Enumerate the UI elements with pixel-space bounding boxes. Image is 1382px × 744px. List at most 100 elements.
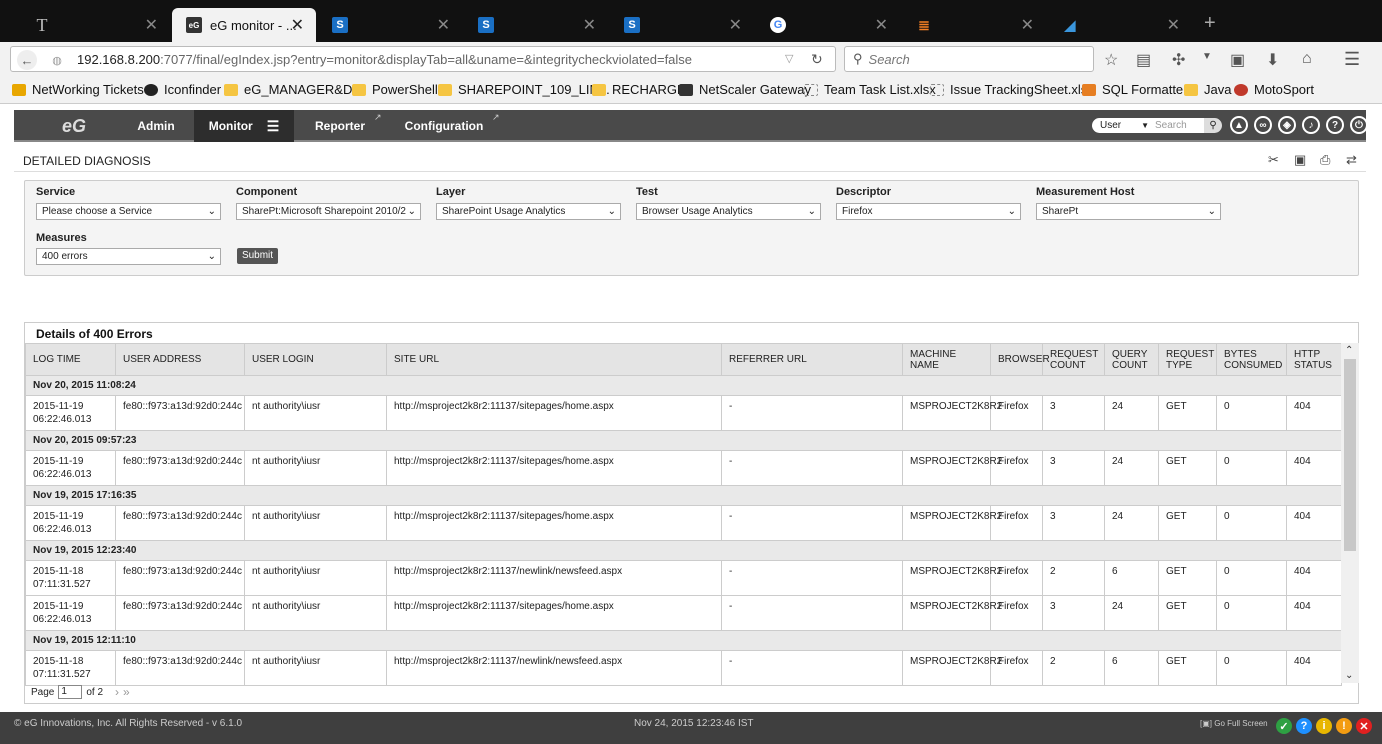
group-row: Nov 19, 2015 12:23:40: [25, 540, 1342, 561]
print-icon[interactable]: ⎙: [1320, 152, 1330, 168]
back-arrow-icon[interactable]: ←: [17, 50, 37, 70]
test-select[interactable]: Browser Usage Analytics ⌄: [636, 203, 821, 220]
link-icon[interactable]: ∞: [1254, 116, 1272, 134]
bookmark-item[interactable]: Issue TrackingSheet.xlsx: [930, 82, 1094, 97]
hamburger-icon[interactable]: ☰: [267, 118, 280, 135]
next-page-icon[interactable]: ›: [115, 685, 119, 699]
column-header[interactable]: SITE URL: [386, 343, 722, 376]
close-tab-icon[interactable]: ✕: [1021, 15, 1034, 35]
bookmark-folder[interactable]: eG_MANAGER&DB: [224, 82, 361, 97]
dropdown-arrow-icon[interactable]: ▽: [785, 52, 793, 65]
menu-reporter[interactable]: Reporter: [304, 110, 376, 142]
export-icon[interactable]: ⇄: [1346, 152, 1357, 168]
close-tab-icon[interactable]: ✕: [583, 15, 596, 35]
url-bar[interactable]: ← ◍ 192.168.8.200:7077/final/egIndex.jsp…: [10, 46, 836, 72]
bookmark-item[interactable]: NetWorking Tickets: [12, 82, 144, 97]
bell-icon[interactable]: ♪: [1302, 116, 1320, 134]
bookmark-item[interactable]: MotoSport: [1234, 82, 1314, 97]
browser-tab[interactable]: ≣ ✕: [902, 8, 1046, 42]
hamburger-menu-icon[interactable]: ☰: [1344, 49, 1360, 70]
column-header[interactable]: LOG TIME: [25, 343, 116, 376]
status-info-icon[interactable]: i: [1316, 718, 1332, 734]
column-header[interactable]: QUERY COUNT: [1104, 343, 1159, 376]
browser-tab[interactable]: S ✕: [610, 8, 754, 42]
scrollbar[interactable]: ⌃ ⌄: [1341, 343, 1359, 683]
column-header[interactable]: USER LOGIN: [244, 343, 387, 376]
column-header[interactable]: BROWSER: [990, 343, 1050, 376]
descriptor-select[interactable]: Firefox ⌄: [836, 203, 1021, 220]
submit-button[interactable]: Submit: [237, 248, 278, 264]
help-icon[interactable]: ?: [1326, 116, 1344, 134]
column-header[interactable]: USER ADDRESS: [115, 343, 245, 376]
menu-admin[interactable]: Admin: [126, 110, 186, 142]
reading-list-icon[interactable]: ▤: [1136, 50, 1151, 70]
browser-tab[interactable]: S ✕: [464, 8, 608, 42]
browser-tab[interactable]: G ✕: [756, 8, 900, 42]
close-tab-icon[interactable]: ✕: [729, 15, 742, 35]
chevron-down-icon[interactable]: ▼: [1202, 51, 1212, 62]
user-select[interactable]: User ▼: [1092, 118, 1152, 133]
browser-tab[interactable]: T ✕: [20, 8, 170, 42]
app-search-input[interactable]: Search: [1152, 118, 1204, 133]
menu-configuration[interactable]: Configuration: [396, 110, 492, 142]
component-select[interactable]: SharePt:Microsoft Sharepoint 2010/2 ⌄: [236, 203, 421, 220]
browser-search-input[interactable]: ⚲ Search: [844, 46, 1094, 72]
column-header[interactable]: HTTP STATUS: [1286, 343, 1342, 376]
bookmark-item[interactable]: SQL Formatter: [1082, 82, 1187, 97]
close-tab-icon[interactable]: ✕: [145, 15, 158, 35]
scroll-up-icon[interactable]: ⌃: [1345, 345, 1353, 356]
alarm-icon[interactable]: ▲: [1230, 116, 1248, 134]
bookmark-item[interactable]: Team Task List.xlsx: [804, 82, 936, 97]
folder-icon: [352, 83, 366, 96]
bookmark-star-icon[interactable]: ☆: [1104, 50, 1118, 70]
table-cell: MSPROJECT2K8R2: [902, 595, 1002, 631]
new-tab-icon[interactable]: +: [1204, 12, 1216, 35]
tools-icon[interactable]: ✂: [1268, 152, 1279, 168]
status-warning-icon[interactable]: !: [1336, 718, 1352, 734]
bookmark-folder[interactable]: RECHARGE: [592, 82, 686, 97]
bookmark-folder[interactable]: PowerShell: [352, 82, 438, 97]
dashboard-icon[interactable]: ◈: [1278, 116, 1296, 134]
reload-icon[interactable]: ↻: [811, 51, 823, 68]
site-info-icon[interactable]: ◍: [49, 52, 65, 68]
bookmark-item[interactable]: Iconfinder: [144, 82, 221, 97]
page-input[interactable]: 1: [58, 685, 83, 699]
close-tab-icon[interactable]: ✕: [291, 15, 304, 35]
extension-icon[interactable]: ✣: [1172, 50, 1185, 70]
download-icon[interactable]: ⬇: [1266, 50, 1279, 70]
last-page-icon[interactable]: »: [123, 685, 130, 699]
column-header[interactable]: REQUEST COUNT: [1042, 343, 1105, 376]
power-icon[interactable]: ⏻: [1350, 116, 1368, 134]
browser-tab[interactable]: S ✕: [318, 8, 462, 42]
status-error-icon[interactable]: ✕: [1356, 718, 1372, 734]
close-tab-icon[interactable]: ✕: [1167, 15, 1180, 35]
save-icon[interactable]: ▣: [1294, 152, 1306, 168]
column-header[interactable]: BYTES CONSUMED: [1216, 343, 1287, 376]
home-icon[interactable]: ⌂: [1302, 50, 1312, 68]
bookmark-folder[interactable]: Java: [1184, 82, 1231, 97]
bookmark-folder[interactable]: SHAREPOINT_109_LIN...: [438, 82, 610, 97]
eg-logo[interactable]: eG: [28, 113, 120, 139]
fullscreen-link[interactable]: [▣] Go Full Screen: [1200, 719, 1268, 728]
bookmark-item[interactable]: NetScaler Gateway: [679, 82, 811, 97]
browser-tab-active[interactable]: eG eG monitor - ... ✕: [172, 8, 316, 42]
close-tab-icon[interactable]: ✕: [875, 15, 888, 35]
menu-monitor[interactable]: Monitor ☰: [194, 110, 294, 142]
status-help-icon[interactable]: ?: [1296, 718, 1312, 734]
column-header[interactable]: REFERRER URL: [721, 343, 903, 376]
search-icon[interactable]: ⚲: [1204, 118, 1222, 133]
layer-select[interactable]: SharePoint Usage Analytics ⌄: [436, 203, 621, 220]
table-cell: Firefox: [990, 560, 1043, 596]
column-header[interactable]: REQUEST TYPE: [1158, 343, 1217, 376]
browser-tab[interactable]: ◢ ✕: [1048, 8, 1192, 42]
close-tab-icon[interactable]: ✕: [437, 15, 450, 35]
measures-select[interactable]: 400 errors ⌄: [36, 248, 221, 265]
scrollbar-thumb[interactable]: [1344, 359, 1356, 551]
scroll-down-icon[interactable]: ⌄: [1345, 670, 1353, 681]
status-ok-icon[interactable]: ✓: [1276, 718, 1292, 734]
column-header[interactable]: MACHINE NAME: [902, 343, 991, 376]
measurement-host-select[interactable]: SharePt ⌄: [1036, 203, 1221, 220]
service-select[interactable]: Please choose a Service ⌄: [36, 203, 221, 220]
table-cell: http://msproject2k8r2:11137/newlink/news…: [386, 650, 722, 686]
extension-icon[interactable]: ▣: [1230, 50, 1245, 70]
